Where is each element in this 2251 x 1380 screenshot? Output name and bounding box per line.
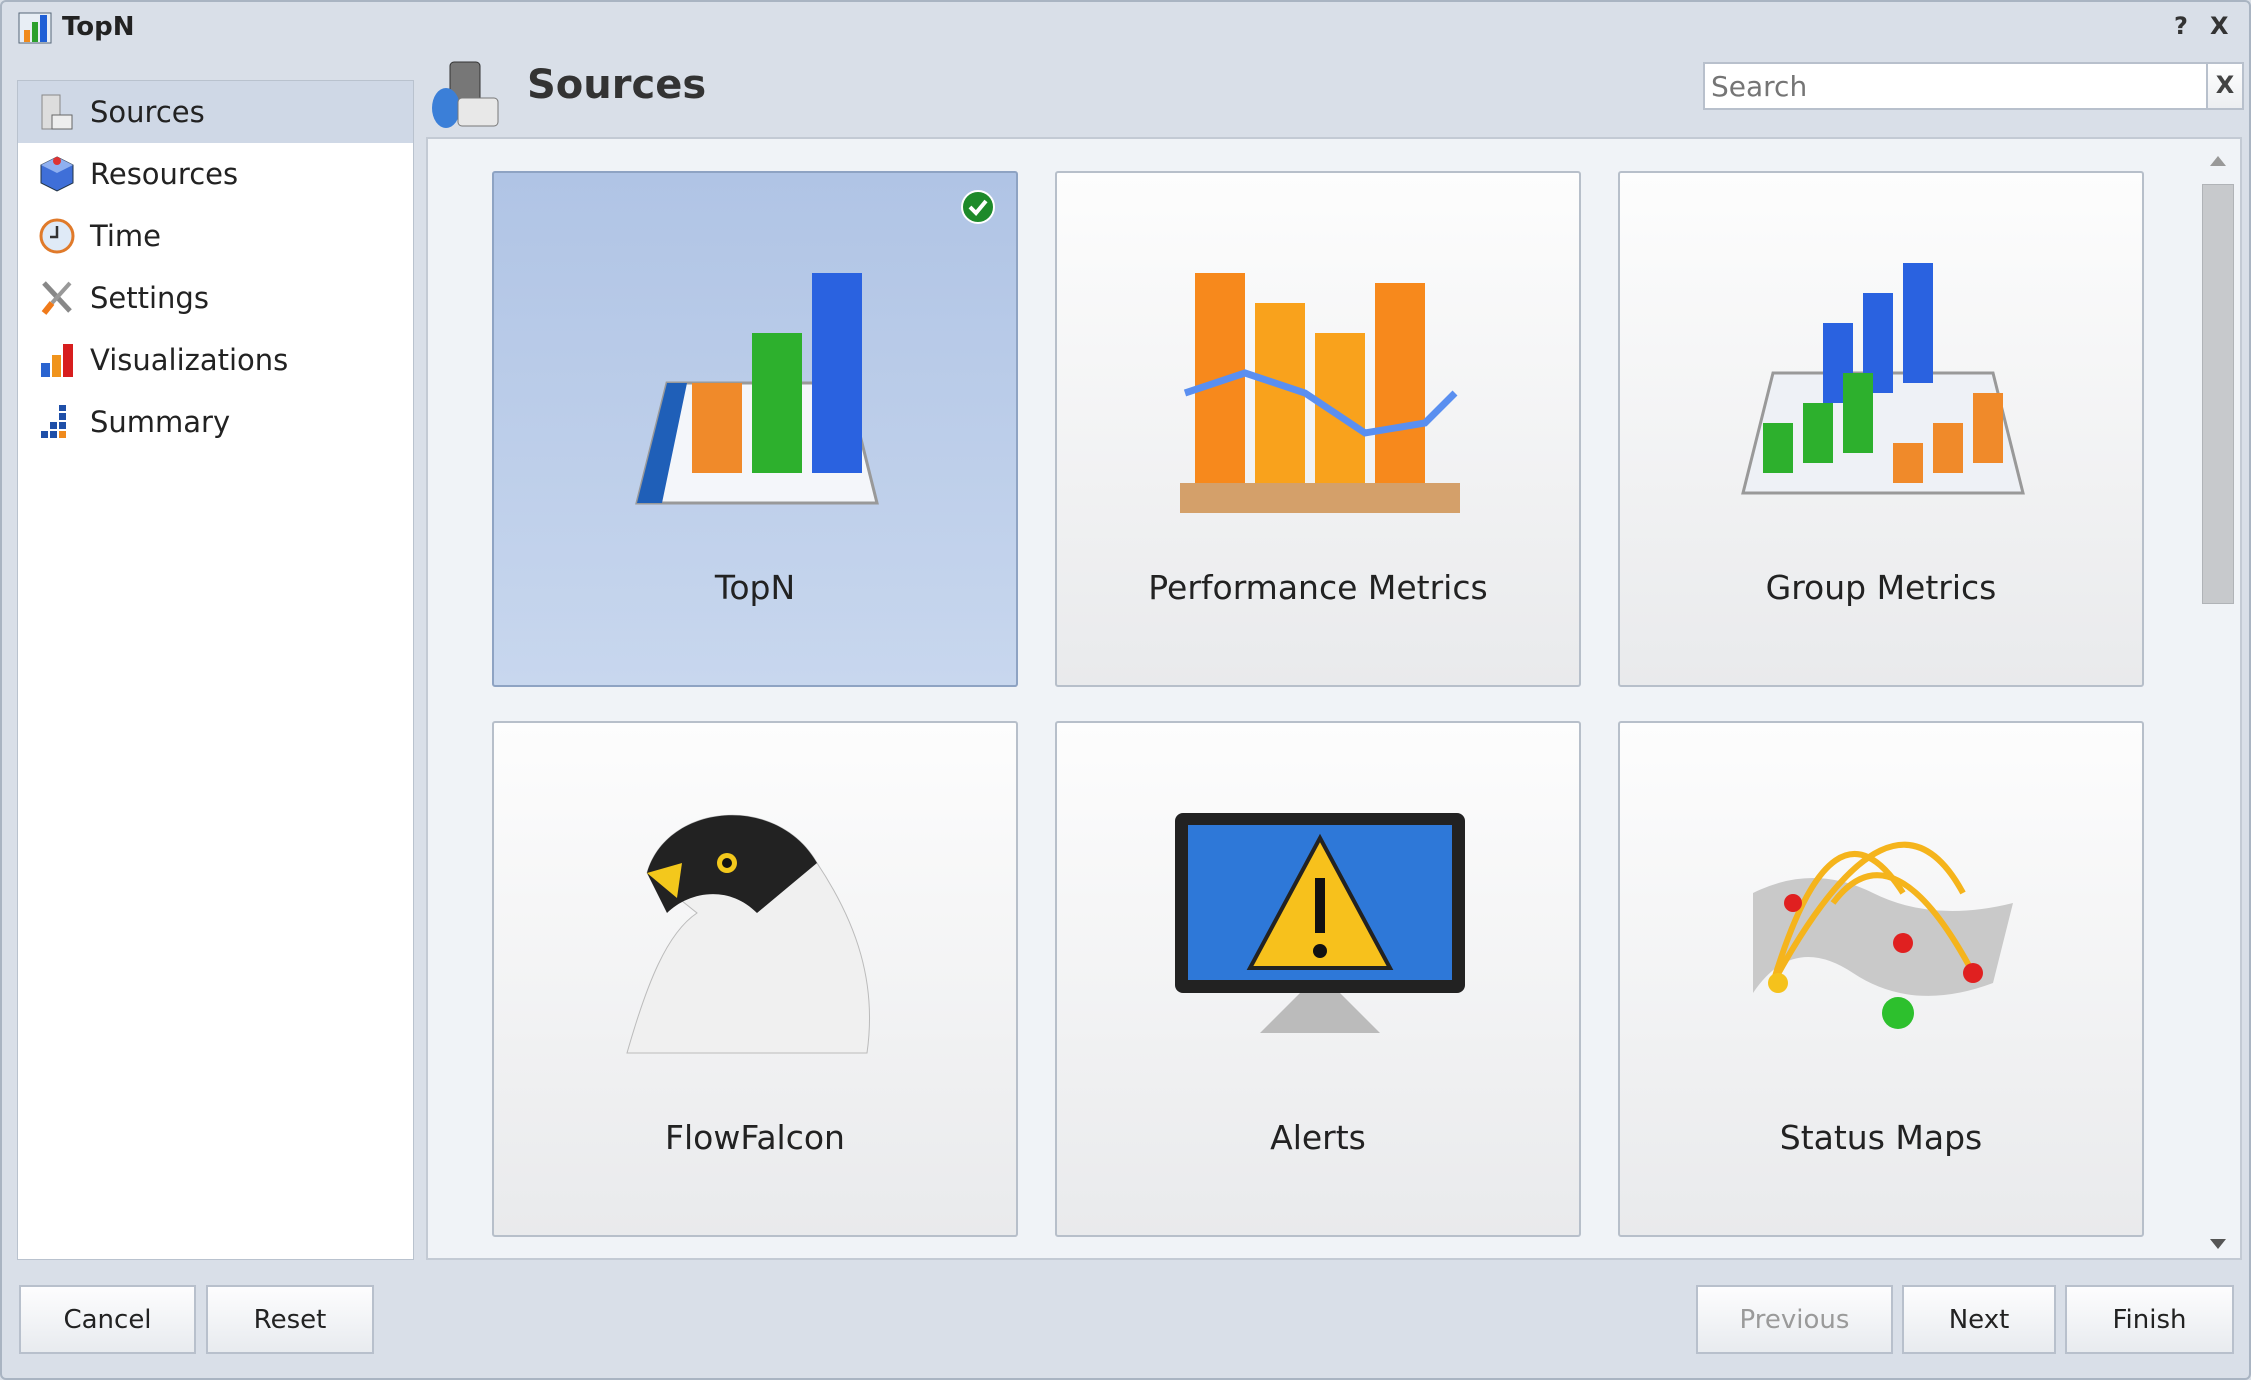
sidebar-item-settings[interactable]: Settings: [18, 267, 413, 329]
reset-button[interactable]: Reset: [206, 1285, 374, 1354]
source-card-alerts[interactable]: Alerts: [1055, 721, 1581, 1237]
world-map-icon: [1753, 841, 2013, 1029]
search-input[interactable]: [1703, 62, 2208, 110]
help-button[interactable]: ?: [2174, 12, 2188, 40]
stairs-chart-icon: [41, 405, 66, 438]
sources-grid: TopN Performance Metrics Group Metrics F…: [426, 137, 2242, 1260]
card-label: Performance Metrics: [1148, 568, 1488, 607]
source-card-topn[interactable]: TopN: [492, 171, 1018, 687]
dialog-window: TopN ? X Sources Resources Time Settings…: [0, 0, 2251, 1380]
source-card-group-metrics[interactable]: Group Metrics: [1618, 171, 2144, 687]
tools-icon: [41, 281, 72, 315]
card-label: Alerts: [1270, 1118, 1366, 1157]
grouped-bar-chart-icon: [1741, 263, 2025, 495]
bar-chart-icon: [41, 344, 73, 377]
card-label: Status Maps: [1779, 1118, 1983, 1157]
sidebar-item-summary[interactable]: Summary: [18, 391, 413, 453]
vertical-scrollbar[interactable]: [2198, 144, 2238, 1256]
sidebar-nav: Sources Resources Time Settings Visualiz…: [17, 80, 414, 1260]
search-clear-button[interactable]: X: [2208, 62, 2244, 110]
page-title: Sources: [527, 62, 707, 108]
scrollbar-thumb[interactable]: [2202, 184, 2234, 604]
sidebar-item-sources[interactable]: Sources: [18, 81, 413, 143]
sidebar-item-time[interactable]: Time: [18, 205, 413, 267]
checkmark-icon: [961, 190, 995, 224]
clock-icon: [39, 218, 75, 254]
sidebar-item-label: Resources: [90, 157, 239, 191]
sidebar-item-resources[interactable]: Resources: [18, 143, 413, 205]
title-bar: TopN ? X: [2, 2, 2249, 54]
sidebar-item-label: Visualizations: [90, 343, 289, 377]
monitor-warning-icon: [1175, 813, 1465, 1033]
3d-bar-chart-icon: [635, 273, 879, 505]
bar-line-chart-icon: [1180, 273, 1460, 513]
cube-icon: [40, 156, 74, 192]
card-label: FlowFalcon: [665, 1118, 845, 1157]
previous-button[interactable]: Previous: [1696, 1285, 1893, 1354]
scroll-up-arrow-icon[interactable]: [2210, 156, 2226, 166]
falcon-icon: [626, 814, 870, 1054]
finish-button[interactable]: Finish: [2065, 1285, 2234, 1354]
source-card-flowfalcon[interactable]: FlowFalcon: [492, 721, 1018, 1237]
sources-icon: [432, 61, 499, 128]
sidebar-item-label: Summary: [90, 405, 231, 439]
server-icon: [41, 94, 73, 130]
card-label: Group Metrics: [1765, 568, 1997, 607]
sidebar-item-visualizations[interactable]: Visualizations: [18, 329, 413, 391]
window-title: TopN: [62, 12, 135, 42]
close-button[interactable]: X: [2210, 12, 2229, 40]
cancel-button[interactable]: Cancel: [19, 1285, 196, 1354]
card-label: TopN: [714, 568, 796, 607]
source-card-status-maps[interactable]: Status Maps: [1618, 721, 2144, 1237]
scroll-down-arrow-icon[interactable]: [2210, 1239, 2226, 1249]
sidebar-item-label: Time: [90, 219, 161, 253]
app-bar-chart-icon: [18, 12, 52, 44]
sidebar-item-label: Settings: [90, 281, 209, 315]
sidebar-item-label: Sources: [90, 95, 205, 129]
source-card-performance-metrics[interactable]: Performance Metrics: [1055, 171, 1581, 687]
next-button[interactable]: Next: [1902, 1285, 2056, 1354]
